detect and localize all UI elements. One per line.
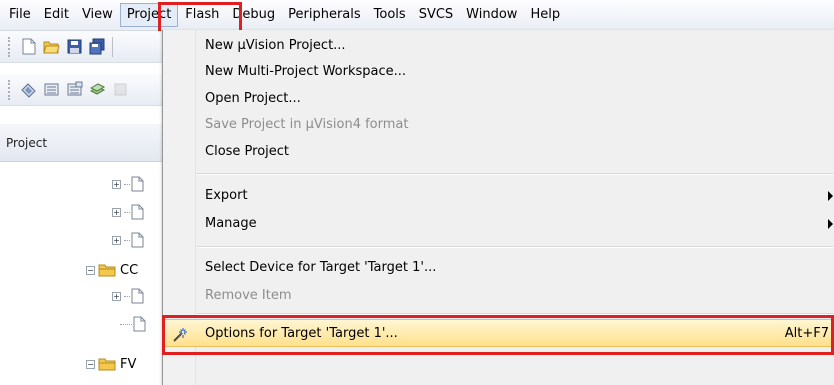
- tree-file-node[interactable]: [120, 313, 146, 335]
- toolbar-grip[interactable]: [8, 36, 14, 57]
- magic-wand-icon: [172, 326, 188, 342]
- menu-item-new-uvision-project[interactable]: New µVision Project...: [163, 32, 834, 60]
- expand-icon[interactable]: +: [112, 179, 121, 189]
- menu-file[interactable]: File: [3, 4, 37, 26]
- menu-project[interactable]: Project: [119, 3, 179, 27]
- menu-separator: [197, 313, 833, 315]
- save-all-icon[interactable]: [89, 38, 106, 55]
- collapse-icon[interactable]: −: [86, 359, 95, 369]
- file-icon: [133, 316, 146, 332]
- menu-tools[interactable]: Tools: [368, 4, 412, 26]
- open-folder-icon[interactable]: [43, 38, 60, 55]
- menu-separator: [197, 246, 833, 248]
- translate-icon[interactable]: [20, 81, 37, 98]
- menu-bar: File Edit View Project Flash Debug Perip…: [0, 0, 834, 31]
- folder-label: CC: [120, 262, 139, 278]
- tree-file-node[interactable]: +: [112, 201, 144, 223]
- build-toolbar: [0, 74, 162, 106]
- file-icon: [131, 176, 144, 192]
- shortcut-label: Alt+F7: [784, 326, 829, 341]
- expand-icon[interactable]: +: [112, 235, 121, 245]
- folder-label: FV: [120, 356, 137, 372]
- menu-item-export[interactable]: Export: [163, 182, 834, 210]
- menu-item-manage[interactable]: Manage: [163, 210, 834, 238]
- new-file-icon[interactable]: [20, 38, 37, 55]
- menu-item-select-device[interactable]: Select Device for Target 'Target 1'...: [163, 254, 834, 282]
- menu-svcs[interactable]: SVCS: [413, 4, 459, 26]
- expand-icon[interactable]: +: [112, 291, 121, 301]
- collapse-icon[interactable]: −: [86, 265, 95, 275]
- tree-folder-node[interactable]: − FV: [86, 353, 136, 375]
- save-icon[interactable]: [66, 38, 83, 55]
- tree-file-node[interactable]: +: [112, 173, 144, 195]
- menu-item-new-multi-project-workspace[interactable]: New Multi-Project Workspace...: [163, 58, 834, 86]
- tree-file-node[interactable]: +: [112, 229, 144, 251]
- file-toolbar: [0, 31, 162, 63]
- folder-icon: [98, 264, 116, 277]
- stop-build-icon[interactable]: [112, 81, 129, 98]
- file-icon: [131, 288, 144, 304]
- menu-help[interactable]: Help: [524, 4, 566, 26]
- project-panel-title: Project: [0, 124, 162, 162]
- expand-icon[interactable]: +: [112, 207, 121, 217]
- menu-separator: [197, 173, 833, 175]
- menu-peripherals[interactable]: Peripherals: [282, 4, 367, 26]
- project-tree: + + + − CC + − FV: [0, 163, 162, 385]
- menu-debug[interactable]: Debug: [226, 4, 281, 26]
- menu-window[interactable]: Window: [460, 4, 523, 26]
- menu-flash[interactable]: Flash: [179, 4, 225, 26]
- toolbar-grip[interactable]: [8, 79, 14, 100]
- submenu-arrow-icon: [828, 191, 833, 201]
- file-icon: [131, 204, 144, 220]
- menu-item-close-project[interactable]: Close Project: [163, 138, 834, 166]
- menu-item-options-for-target[interactable]: Options for Target 'Target 1'... Alt+F7: [163, 319, 834, 347]
- menu-item-remove-item: Remove Item: [205, 288, 292, 303]
- toolbar-separator: [112, 36, 113, 57]
- menu-item-open-project[interactable]: Open Project...: [163, 85, 834, 113]
- menu-edit[interactable]: Edit: [38, 4, 75, 26]
- batch-build-icon[interactable]: [89, 81, 106, 98]
- menu-item-save-project-uvision4: Save Project in µVision4 format: [205, 117, 409, 132]
- submenu-arrow-icon: [828, 219, 833, 229]
- build-icon[interactable]: [43, 81, 60, 98]
- tree-file-node[interactable]: +: [112, 285, 144, 307]
- tree-folder-node[interactable]: − CC: [86, 259, 138, 281]
- menu-view[interactable]: View: [76, 4, 119, 26]
- rebuild-icon[interactable]: [66, 81, 83, 98]
- file-icon: [131, 232, 144, 248]
- project-dropdown-menu: New µVision Project... New Multi-Project…: [162, 30, 834, 385]
- folder-icon: [98, 358, 116, 371]
